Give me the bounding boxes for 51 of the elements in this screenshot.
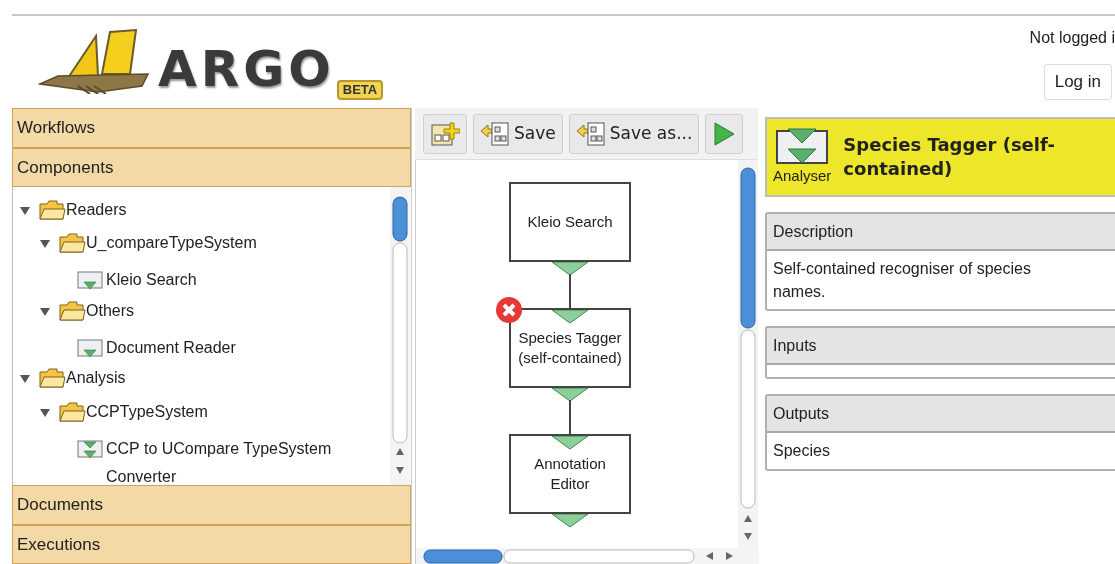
folder-icon bbox=[59, 232, 86, 255]
add-component-icon bbox=[430, 120, 460, 147]
reader-component-icon bbox=[77, 337, 104, 358]
workflow-node[interactable]: Kleio Search bbox=[509, 182, 631, 262]
save-icon bbox=[480, 120, 510, 147]
component-type: Analyser bbox=[773, 165, 832, 186]
accordion-header[interactable]: Workflows bbox=[12, 108, 411, 148]
accordion-header[interactable]: Executions bbox=[12, 524, 411, 564]
input-port-icon bbox=[552, 310, 588, 324]
component-title: Species Tagger (self-contained) bbox=[843, 132, 1056, 181]
tree-item[interactable]: CCPTypeSystem bbox=[86, 399, 208, 424]
expanded-caret-icon[interactable] bbox=[19, 372, 31, 385]
folder-icon bbox=[39, 198, 66, 221]
play-icon bbox=[712, 120, 737, 147]
workflow-node[interactable]: Species Tagger (self-contained) bbox=[509, 308, 631, 388]
analyser-icon bbox=[775, 126, 830, 165]
login-button[interactable]: Log in bbox=[1043, 64, 1112, 100]
horizontal-scrollbar[interactable] bbox=[416, 548, 759, 564]
section-header[interactable]: Outputs bbox=[767, 396, 1115, 434]
workflow-node[interactable]: Annotation Editor bbox=[509, 434, 631, 514]
reader-component-icon bbox=[77, 270, 104, 290]
connector-line bbox=[568, 400, 572, 434]
tree-item[interactable]: Others bbox=[86, 298, 134, 323]
accordion-header[interactable]: Documents bbox=[12, 485, 411, 525]
folder-icon bbox=[39, 367, 66, 390]
save-icon bbox=[575, 120, 606, 147]
run-button[interactable] bbox=[705, 113, 744, 154]
vertical-scrollbar[interactable] bbox=[389, 187, 411, 485]
analyser-component-icon bbox=[77, 438, 104, 459]
folder-icon bbox=[59, 299, 86, 322]
tree-item[interactable]: Analysis bbox=[66, 366, 126, 391]
section-header[interactable]: Inputs bbox=[767, 328, 1115, 366]
input-port-icon bbox=[552, 436, 588, 450]
folder-icon bbox=[59, 400, 86, 423]
login-status: Not logged i bbox=[1029, 28, 1115, 48]
section-text: Self-contained recogniser of species names. bbox=[773, 260, 1031, 301]
connector-line bbox=[568, 274, 572, 308]
tree-item[interactable]: Kleio Search bbox=[106, 266, 197, 294]
vertical-scrollbar[interactable] bbox=[738, 160, 758, 548]
logo-text: ARGO bbox=[158, 44, 335, 94]
tree-item[interactable]: Document Reader bbox=[106, 333, 236, 362]
beta-badge: BETA bbox=[336, 80, 384, 100]
tree-item[interactable]: U_compareTypeSystem bbox=[86, 231, 257, 256]
section-text: Species bbox=[773, 442, 830, 460]
tree-item[interactable]: Readers bbox=[66, 197, 127, 222]
tree-item[interactable]: CCP to UCompare TypeSystem Converter bbox=[106, 434, 366, 485]
expanded-caret-icon[interactable] bbox=[39, 237, 51, 250]
save-button[interactable]: Save as... bbox=[568, 113, 700, 154]
save-button[interactable]: Save bbox=[473, 113, 563, 154]
accordion-header[interactable]: Components bbox=[12, 147, 411, 187]
section-header[interactable]: Description bbox=[767, 214, 1115, 251]
